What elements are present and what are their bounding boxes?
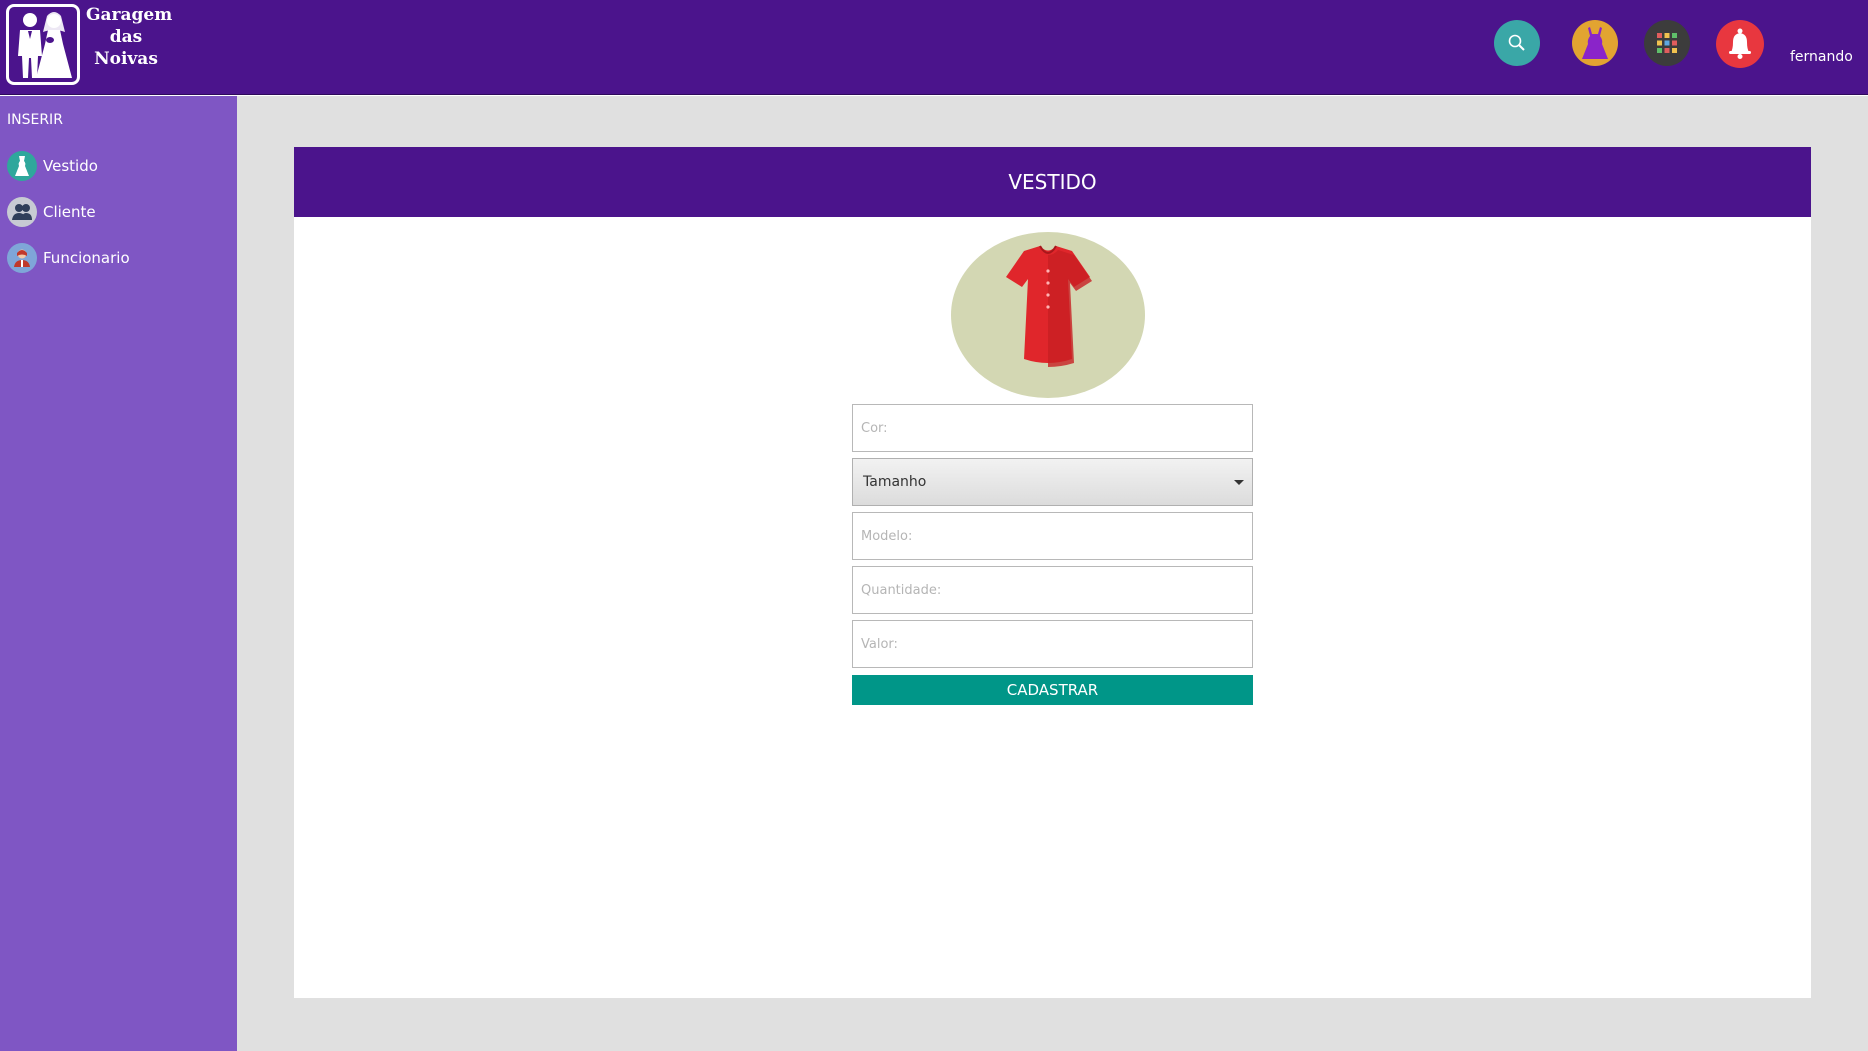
modelo-input[interactable] <box>852 512 1253 560</box>
sidebar-item-label: Cliente <box>43 203 96 221</box>
users-icon <box>7 197 37 227</box>
search-icon <box>1508 34 1525 51</box>
dress-button[interactable] <box>1572 20 1618 66</box>
chevron-down-icon <box>1234 480 1244 485</box>
sidebar-item-cliente[interactable]: Cliente <box>7 196 227 228</box>
quantidade-input[interactable] <box>852 566 1253 614</box>
dress-icon <box>1582 27 1608 59</box>
sidebar: INSERIR Vestido Cliente Funcionario <box>0 96 237 1051</box>
sidebar-item-label: Funcionario <box>43 249 130 267</box>
apps-button[interactable] <box>1644 20 1690 66</box>
brand-name: Garagem das Noivas <box>86 5 173 69</box>
app-root: Garagem das Noivas fernando INSERIR Vest… <box>0 0 1868 1051</box>
search-button[interactable] <box>1494 20 1540 66</box>
username-label[interactable]: fernando <box>1790 49 1853 65</box>
cadastrar-button[interactable]: CADASTRAR <box>852 675 1253 705</box>
employee-icon <box>7 243 37 273</box>
top-navbar: Garagem das Noivas fernando <box>0 0 1868 95</box>
main-content: VESTIDO Tamanho <box>237 96 1868 1051</box>
couple-logo-icon <box>6 4 80 85</box>
apps-grid-icon <box>1657 33 1677 53</box>
brand-logo[interactable]: Garagem das Noivas <box>6 4 173 85</box>
cor-input[interactable] <box>852 404 1253 452</box>
form-title: VESTIDO <box>294 147 1811 217</box>
dress-icon <box>7 151 37 181</box>
tamanho-select[interactable]: Tamanho <box>852 458 1253 506</box>
form-card: VESTIDO Tamanho <box>294 147 1811 998</box>
sidebar-item-label: Vestido <box>43 157 98 175</box>
bell-icon <box>1729 28 1751 59</box>
sidebar-item-funcionario[interactable]: Funcionario <box>7 242 227 274</box>
valor-input[interactable] <box>852 620 1253 668</box>
dress-illustration-icon <box>950 231 1146 399</box>
sidebar-heading: INSERIR <box>7 112 63 128</box>
notifications-button[interactable] <box>1716 20 1764 68</box>
sidebar-item-vestido[interactable]: Vestido <box>7 150 227 182</box>
tamanho-selected-value: Tamanho <box>863 474 927 490</box>
